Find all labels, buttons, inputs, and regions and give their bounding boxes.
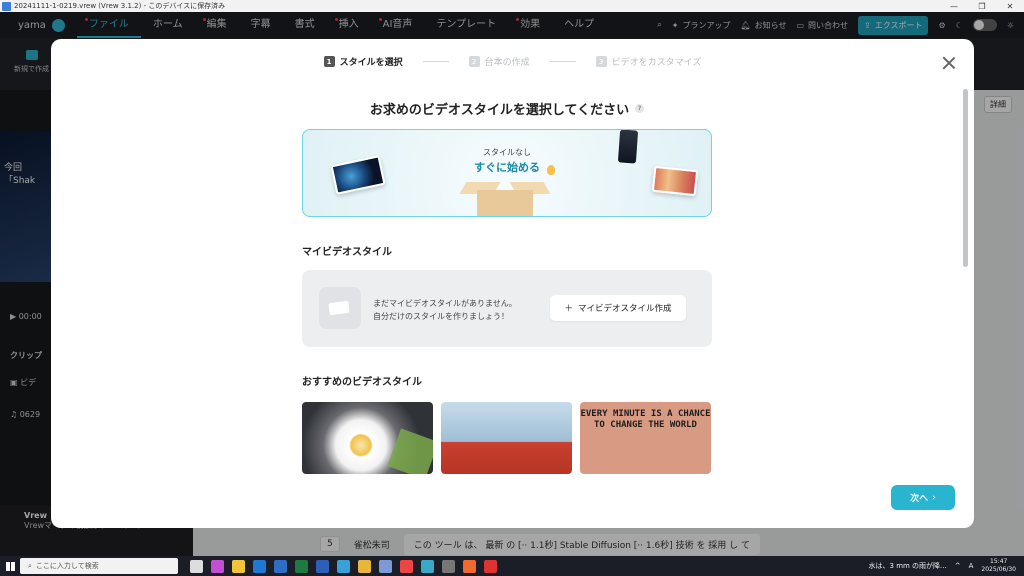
word-icon[interactable] — [316, 559, 329, 573]
taskbar-search[interactable]: ⌕ ここに入力して検索 — [20, 558, 178, 574]
app-icon-1[interactable] — [337, 559, 350, 573]
minimize-button[interactable]: — — [940, 2, 968, 11]
stepper: 1 スタイルを選択 2 台本の作成 3 ビデオをカスタマイズ — [51, 55, 974, 68]
lightbulb-icon — [547, 165, 555, 175]
empty-style-icon — [319, 287, 361, 329]
vrew-app-icon — [2, 1, 11, 11]
step-1: 1 スタイルを選択 — [323, 55, 403, 68]
my-styles-empty: まだマイビデオスタイルがありません。 自分だけのスタイルを作りましょう！ ＋ マ… — [302, 270, 712, 347]
excel-icon[interactable] — [295, 559, 308, 573]
step-2: 2 台本の作成 — [468, 55, 530, 68]
window-controls: — ❐ ✕ — [940, 2, 1024, 11]
taskbar-search-placeholder: ここに入力して検索 — [35, 562, 99, 570]
modal-title: お求めのビデオスタイルを選択してください — [369, 103, 630, 118]
open-box-icon — [459, 178, 551, 216]
clock[interactable]: 15:47 2025/06/30 — [981, 558, 1016, 574]
chrome-profile-icon[interactable] — [484, 559, 497, 573]
maximize-button[interactable]: ❐ — [968, 2, 996, 11]
file-explorer-icon[interactable] — [232, 559, 245, 573]
chrome-icon[interactable] — [400, 559, 413, 573]
empty-message: まだマイビデオスタイルがありません。 自分だけのスタイルを作りましょう！ — [373, 297, 517, 323]
start-now-label: すぐに始める — [474, 161, 540, 174]
system-tray: 水は、3 mm の雨が降... ^ A 15:47 2025/06/30 — [869, 558, 1024, 574]
app-icon-2[interactable] — [358, 559, 371, 573]
close-window-button[interactable]: ✕ — [996, 2, 1024, 11]
chevron-right-icon: › — [932, 492, 936, 503]
quote-text: EVERY MINUTE IS A CHANCE TO CHANGE THE W… — [580, 409, 711, 430]
brave-icon[interactable] — [463, 559, 476, 573]
create-my-style-button[interactable]: ＋ マイビデオスタイル作成 — [550, 295, 686, 321]
no-style-sub: スタイルなし — [483, 148, 531, 157]
modal-title-row: お求めのビデオスタイルを選択してください ? — [302, 99, 712, 118]
recommended-styles: EVERY MINUTE IS A CHANCE TO CHANGE THE W… — [302, 402, 711, 474]
chevron-up-icon[interactable]: ^ — [955, 562, 961, 570]
weather-text[interactable]: 水は、3 mm の雨が降... — [869, 561, 947, 571]
empty-message-line2: 自分だけのスタイルを作りましょう！ — [373, 312, 509, 321]
next-label: 次へ — [910, 494, 929, 504]
vrew-taskbar-icon[interactable] — [421, 559, 434, 573]
search-icon: ⌕ — [28, 561, 32, 570]
step-number: 1 — [323, 56, 335, 67]
my-styles-title: マイビデオスタイル — [302, 247, 392, 258]
no-style-card[interactable]: スタイルなし すぐに始める — [302, 129, 712, 217]
video-style-modal: 1 スタイルを選択 2 台本の作成 3 ビデオをカスタマイズ お求めのビデオスタイルを選択… — [51, 39, 974, 528]
style-thumbnail-breakfast[interactable] — [302, 402, 433, 474]
plus-icon: ＋ — [564, 304, 573, 314]
style-thumbnail-map-chart[interactable] — [441, 402, 572, 474]
clock-time: 15:47 — [990, 558, 1008, 565]
task-view-icon[interactable] — [190, 559, 203, 573]
modal-scrollbar[interactable] — [963, 89, 968, 267]
step-label: スタイルを選択 — [339, 58, 403, 68]
wordpress-icon[interactable] — [442, 559, 455, 573]
next-button[interactable]: 次へ › — [891, 485, 955, 510]
windows-start-icon[interactable] — [0, 556, 20, 576]
windows-taskbar: ⌕ ここに入力して検索 水は、3 mm の雨が降... ^ A 15:47 20… — [0, 556, 1024, 576]
modal-content: お求めのビデオスタイルを選択してください ? スタイルなし すぐに始める マイビ… — [302, 99, 712, 474]
help-icon[interactable]: ? — [635, 104, 645, 113]
close-icon[interactable] — [942, 56, 956, 70]
taskbar-apps — [190, 559, 497, 573]
app-icon-3[interactable] — [379, 559, 392, 573]
outlook-icon[interactable] — [274, 559, 287, 573]
window-titlebar: 20241111-1-0219.vrew (Vrew 3.1.2) - このデバ… — [0, 0, 1024, 12]
step-label: ビデオをカスタマイズ — [611, 58, 702, 68]
step-connector — [422, 61, 449, 62]
create-my-style-label: マイビデオスタイル作成 — [578, 304, 672, 314]
recommended-title: おすすめのビデオスタイル — [302, 377, 422, 388]
empty-message-line1: まだマイビデオスタイルがありません。 — [373, 299, 517, 308]
copilot-icon[interactable] — [211, 559, 224, 573]
style-thumbnail-quote[interactable]: EVERY MINUTE IS A CHANCE TO CHANGE THE W… — [580, 402, 711, 474]
clock-date: 2025/06/30 — [981, 566, 1016, 573]
step-number: 3 — [595, 56, 607, 67]
window-title: 20241111-1-0219.vrew (Vrew 3.1.2) - このデバ… — [14, 2, 226, 10]
ime-indicator[interactable]: A — [969, 562, 974, 570]
edge-icon[interactable] — [253, 559, 266, 573]
step-label: 台本の作成 — [484, 58, 530, 68]
step-connector — [549, 61, 576, 62]
step-number: 2 — [468, 56, 480, 67]
step-3: 3 ビデオをカスタマイズ — [595, 55, 702, 68]
